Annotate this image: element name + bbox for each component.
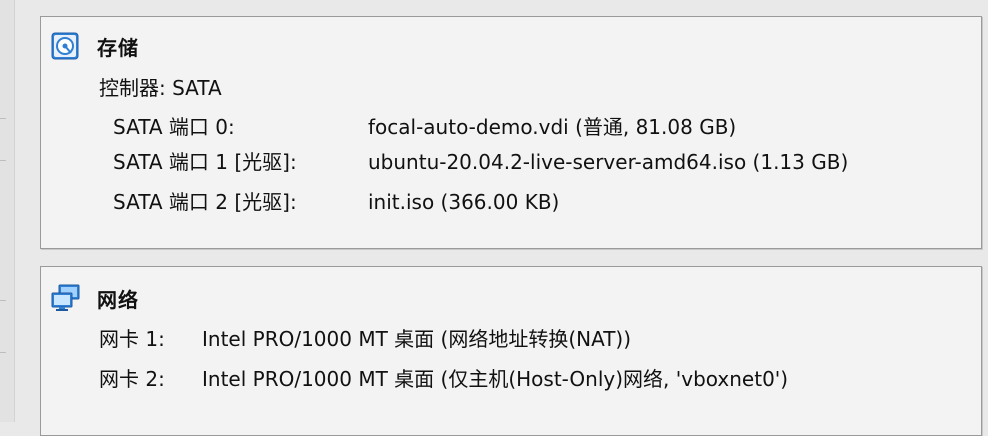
adapter-label: 网卡 1: — [99, 327, 165, 351]
adapter-label: 网卡 2: — [99, 367, 165, 391]
adapter-value: Intel PRO/1000 MT 桌面 (网络地址转换(NAT)) — [202, 327, 632, 351]
network-title: 网络 — [97, 287, 139, 312]
network-adapter-row: 网卡 2: Intel PRO/1000 MT 桌面 (仅主机(Host-Onl… — [41, 366, 981, 392]
port-value: ubuntu-20.04.2-live-server-amd64.iso (1.… — [368, 150, 849, 174]
network-monitors-icon — [51, 284, 80, 312]
port-value: focal-auto-demo.vdi (普通, 81.08 GB) — [368, 115, 737, 139]
port-label: SATA 端口 0: — [113, 115, 235, 139]
controller-label: 控制器: SATA — [99, 76, 222, 100]
port-label: SATA 端口 2 [光驱]: — [113, 190, 297, 214]
adapter-value: Intel PRO/1000 MT 桌面 (仅主机(Host-Only)网络, … — [202, 367, 789, 391]
network-header[interactable]: 网络 — [51, 283, 139, 313]
storage-disk-icon — [51, 32, 79, 60]
port-value: init.iso (366.00 KB) — [368, 190, 560, 214]
left-sidebar-edge — [0, 0, 15, 422]
storage-port-row: SATA 端口 0: focal-auto-demo.vdi (普通, 81.0… — [41, 114, 981, 140]
sidebar-divider — [0, 160, 6, 161]
sidebar-divider — [0, 352, 6, 353]
storage-title: 存储 — [97, 35, 139, 60]
storage-header[interactable]: 存储 — [51, 31, 139, 61]
sidebar-divider — [0, 118, 6, 119]
network-panel: 网络 网卡 1: Intel PRO/1000 MT 桌面 (网络地址转换(NA… — [40, 266, 982, 436]
storage-port-row: SATA 端口 2 [光驱]: init.iso (366.00 KB) — [41, 189, 981, 215]
network-adapter-row: 网卡 1: Intel PRO/1000 MT 桌面 (网络地址转换(NAT)) — [41, 326, 981, 352]
storage-port-row: SATA 端口 1 [光驱]: ubuntu-20.04.2-live-serv… — [41, 149, 981, 175]
storage-panel: 存储 控制器: SATA SATA 端口 0: focal-auto-demo.… — [40, 16, 982, 249]
port-label: SATA 端口 1 [光驱]: — [113, 150, 297, 174]
sidebar-divider — [0, 300, 6, 301]
